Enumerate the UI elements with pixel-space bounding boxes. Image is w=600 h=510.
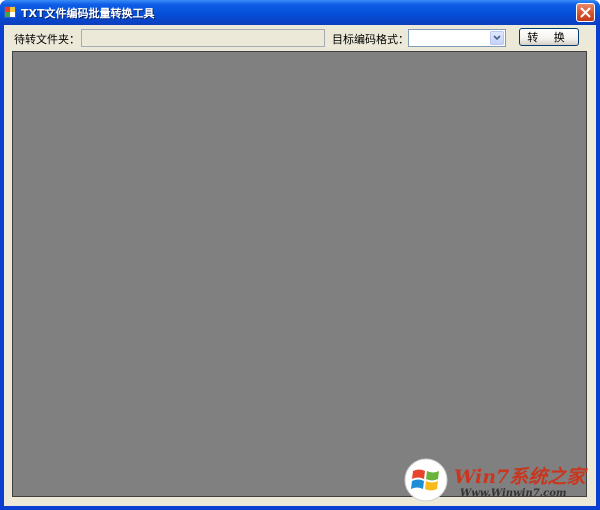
client-area: 待转文件夹： 目标编码格式： 转 换	[4, 25, 596, 506]
app-icon	[4, 6, 16, 18]
chevron-down-icon	[493, 35, 501, 41]
folder-path-input[interactable]	[81, 29, 325, 47]
title-bar[interactable]: TXT文件编码批量转换工具	[0, 0, 600, 25]
app-window: TXT文件编码批量转换工具 待转文件夹： 目标编码格式： 转 换 Win7系统之…	[0, 0, 600, 510]
folder-label: 待转文件夹：	[14, 33, 80, 46]
window-title: TXT文件编码批量转换工具	[21, 7, 155, 20]
format-label: 目标编码格式：	[332, 33, 409, 46]
encoding-format-select[interactable]	[408, 29, 506, 47]
windows-logo-icon	[404, 458, 448, 502]
dropdown-arrow-button[interactable]	[490, 31, 504, 45]
watermark: Win7系统之家 Www.Winwin7.com	[404, 458, 594, 506]
watermark-brand: Win7系统之家	[454, 466, 586, 488]
convert-button[interactable]: 转 换	[519, 28, 579, 46]
watermark-url: Www.Winwin7.com	[460, 488, 567, 499]
close-icon	[580, 7, 591, 18]
output-panel[interactable]	[12, 51, 587, 497]
close-button[interactable]	[576, 3, 595, 22]
